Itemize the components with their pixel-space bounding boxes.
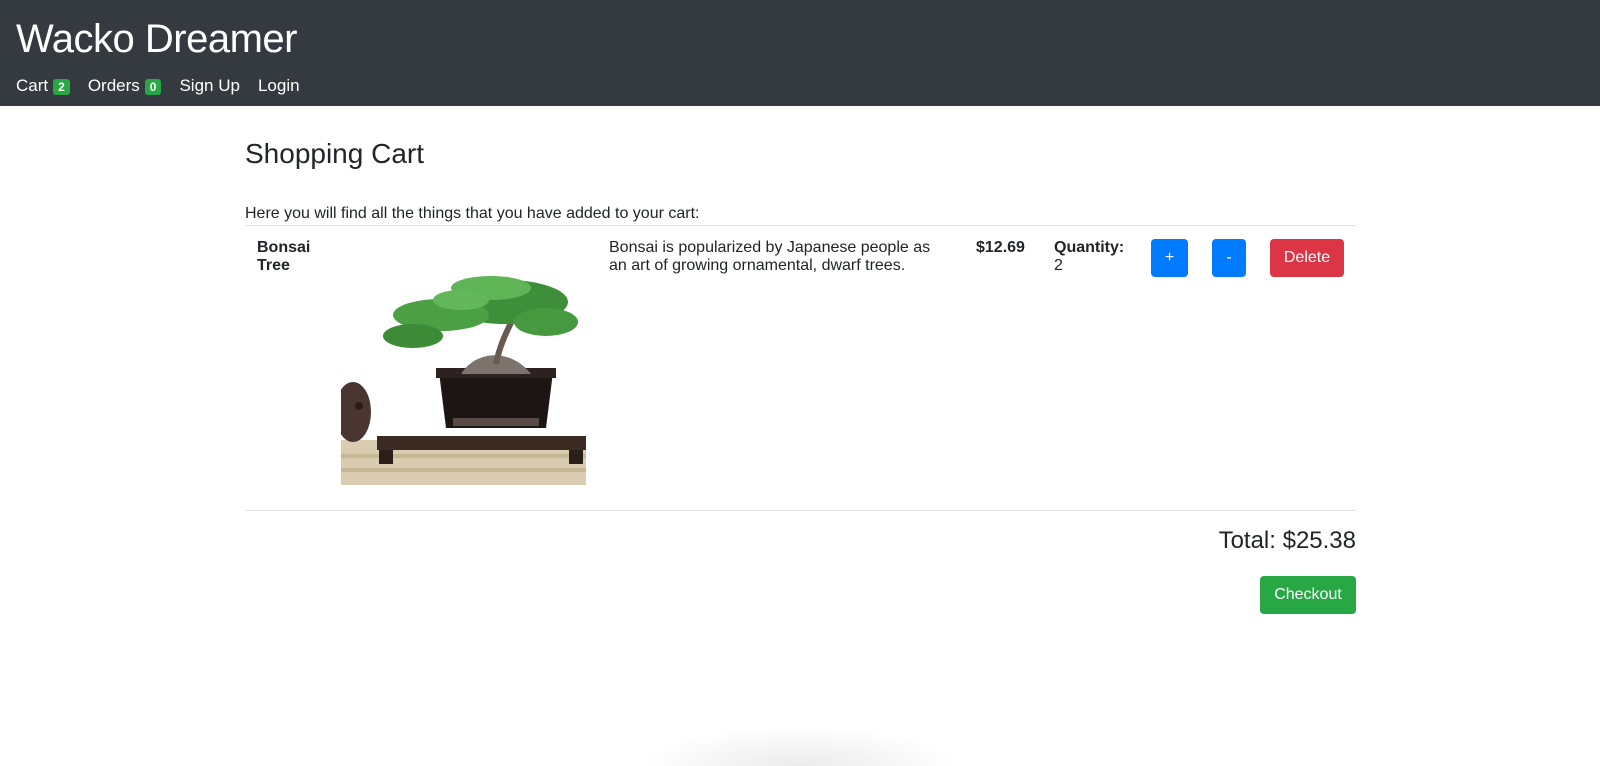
orders-count-badge: 0 bbox=[144, 79, 162, 95]
top-navbar: Wacko Dreamer Cart 2 Orders 0 Sign Up Lo… bbox=[0, 0, 1600, 106]
decrement-quantity-button[interactable]: - bbox=[1212, 239, 1246, 277]
bottom-shadow bbox=[640, 726, 960, 766]
nav-signup-link[interactable]: Sign Up bbox=[179, 74, 239, 98]
nav-cart-link[interactable]: Cart 2 bbox=[16, 74, 70, 98]
nav-login-link[interactable]: Login bbox=[258, 74, 300, 98]
item-name: Bonsai Tree bbox=[257, 239, 311, 274]
quantity-value: 2 bbox=[1054, 257, 1063, 274]
increment-quantity-button[interactable]: + bbox=[1151, 239, 1188, 277]
nav-cart-label: Cart bbox=[16, 76, 49, 95]
cart-intro-text: Here you will find all the things that y… bbox=[245, 205, 700, 222]
product-image bbox=[341, 240, 586, 485]
nav-orders-label: Orders bbox=[87, 76, 140, 95]
item-description: Bonsai is popularized by Japanese people… bbox=[609, 239, 931, 274]
item-quantity: Quantity: 2 bbox=[1054, 239, 1124, 275]
quantity-label: Quantity: bbox=[1054, 239, 1125, 256]
nav-orders-link[interactable]: Orders 0 bbox=[88, 74, 162, 98]
divider bbox=[245, 225, 1356, 226]
divider bbox=[245, 510, 1356, 511]
page-title: Shopping Cart bbox=[245, 138, 425, 169]
item-price: $12.69 bbox=[976, 239, 1025, 256]
delete-item-button[interactable]: Delete bbox=[1270, 239, 1344, 277]
bonsai-tree-image bbox=[341, 240, 586, 485]
cart-total: Total: $25.38 bbox=[1218, 527, 1356, 554]
brand-title[interactable]: Wacko Dreamer bbox=[16, 14, 297, 64]
checkout-button[interactable]: Checkout bbox=[1260, 576, 1356, 614]
cart-count-badge: 2 bbox=[53, 79, 70, 95]
main-nav: Cart 2 Orders 0 Sign Up Login bbox=[16, 74, 318, 98]
